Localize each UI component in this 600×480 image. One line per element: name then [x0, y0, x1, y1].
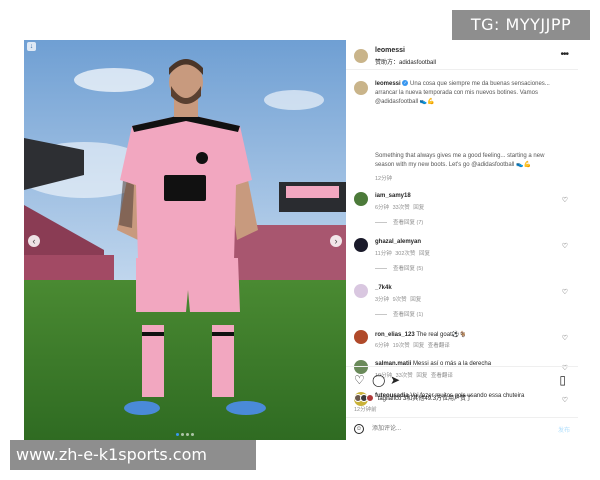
carousel-dots	[24, 433, 346, 436]
comment-meta: 11分钟 302次赞 回复	[375, 249, 430, 257]
comment-user[interactable]: _7k4k	[375, 285, 392, 291]
comment-reply[interactable]: 回复	[413, 343, 424, 349]
carousel-dot	[176, 433, 179, 436]
comment-icon[interactable]: ◯	[372, 373, 385, 387]
commenter-avatar[interactable]	[354, 192, 368, 206]
watermark-top: TG: MYYJJPP	[452, 10, 590, 40]
caption-english: Something that always gives me a good fe…	[375, 153, 545, 168]
comment-reply[interactable]: 回复	[410, 297, 421, 303]
likes-text[interactable]: tagliafico 3和其他49.3万位用户赞了	[378, 396, 472, 402]
comment-time: 6分钟	[375, 205, 390, 211]
post-timestamp: 12分钟前	[354, 407, 377, 413]
comment-user[interactable]: ron_elias_123	[375, 332, 415, 338]
comment-heart-icon[interactable]: ♡	[562, 334, 568, 342]
post-actions: ♡ ◯ ➤ ▯ tagliafico 3和其他49.3万位用户赞了 12分钟前 …	[346, 366, 578, 440]
carousel-dot	[191, 433, 194, 436]
comment-time: 11分钟	[375, 251, 392, 257]
liker-avatar	[366, 393, 374, 402]
caption-time: 12分钟	[375, 176, 393, 182]
comment-row: ghazal_alemyan 11分钟 302次赞 回复 查看回复 (5) ♡	[346, 238, 578, 278]
sponsor-line[interactable]: 赞助方：adidasfootball	[375, 57, 436, 66]
caption-author[interactable]: leomessi	[375, 81, 401, 87]
caption-spanish: leomessi ✓ Una cosa que siempre me da bu…	[375, 80, 565, 107]
comment-extra[interactable]: 查看翻译	[428, 343, 450, 349]
comment-likes: 33次赞	[392, 205, 410, 211]
author-username[interactable]: leomessi	[375, 47, 405, 54]
heart-icon[interactable]: ♡	[354, 373, 365, 387]
post-photo[interactable]: ↓ ‹ ›	[24, 40, 346, 440]
more-icon[interactable]: •••	[560, 49, 568, 60]
comment-reply[interactable]: 回复	[419, 251, 430, 257]
comment-meta: 6分钟 33次赞 回复	[375, 203, 424, 211]
comment-text: The real goat⚽🐐	[416, 332, 467, 338]
chevron-right-icon[interactable]: ›	[330, 235, 342, 247]
comment-heart-icon[interactable]: ♡	[562, 288, 568, 296]
messi-photo-illustration	[24, 40, 346, 440]
add-comment-bar: ☺ 发布	[346, 417, 578, 441]
bookmark-icon[interactable]: ▯	[559, 373, 566, 387]
comment-likes: 9次赞	[392, 297, 407, 303]
comment-heart-icon[interactable]: ♡	[562, 196, 568, 204]
comment-meta: 6分钟 19次赞 回复 查看翻译	[375, 341, 450, 349]
post-side-panel: leomessi 赞助方：adidasfootball ••• leomessi…	[346, 40, 578, 440]
author-avatar[interactable]	[354, 81, 368, 95]
comment-input[interactable]	[372, 422, 532, 436]
post-comment-button[interactable]: 发布	[558, 425, 570, 434]
carousel-dot	[186, 433, 189, 436]
comment-meta: 3分钟 9次赞 回复	[375, 295, 421, 303]
download-icon[interactable]: ↓	[27, 42, 36, 51]
comment-heart-icon[interactable]: ♡	[562, 242, 568, 250]
commenter-username[interactable]: iam_samy18	[375, 193, 411, 199]
commenter-username[interactable]: ron_elias_123 The real goat⚽🐐	[375, 331, 467, 338]
commenter-username[interactable]: _7k4k	[375, 285, 392, 291]
commenter-avatar[interactable]	[354, 238, 368, 252]
comment-time: 3分钟	[375, 297, 390, 303]
comment-reply[interactable]: 回复	[413, 205, 424, 211]
chevron-left-icon[interactable]: ‹	[28, 235, 40, 247]
comment-row: _7k4k 3分钟 9次赞 回复 查看回复 (1) ♡	[346, 284, 578, 324]
comment-user[interactable]: ghazal_alemyan	[375, 239, 421, 245]
comment-user[interactable]: iam_samy18	[375, 193, 411, 199]
view-replies-link[interactable]: 查看回复 (1)	[375, 310, 423, 318]
watermark-bottom: www.zh-e-k1sports.com	[10, 440, 256, 470]
commenter-username[interactable]: ghazal_alemyan	[375, 239, 421, 245]
author-avatar[interactable]	[354, 49, 368, 63]
comment-time: 6分钟	[375, 343, 390, 349]
share-icon[interactable]: ➤	[390, 373, 400, 387]
caption-es-text: Una cosa que siempre me da buenas sensac…	[375, 81, 550, 105]
comment-likes: 302次赞	[395, 251, 416, 257]
post-header: leomessi 赞助方：adidasfootball •••	[346, 40, 578, 70]
carousel-dot	[181, 433, 184, 436]
comment-row: iam_samy18 6分钟 33次赞 回复 查看回复 (7) ♡	[346, 192, 578, 232]
commenter-avatar[interactable]	[354, 284, 368, 298]
page: TG: MYYJJPP ↓ ‹ › leomessi 赞助方：adidasfoo…	[0, 0, 600, 480]
view-replies-link[interactable]: 查看回复 (7)	[375, 218, 423, 226]
commenter-avatar[interactable]	[354, 330, 368, 344]
likes-summary[interactable]: tagliafico 3和其他49.3万位用户赞了	[354, 393, 472, 402]
comment-likes: 19次赞	[392, 343, 410, 349]
verified-icon: ✓	[402, 80, 409, 87]
view-replies-link[interactable]: 查看回复 (5)	[375, 264, 423, 272]
emoji-icon[interactable]: ☺	[354, 424, 364, 434]
